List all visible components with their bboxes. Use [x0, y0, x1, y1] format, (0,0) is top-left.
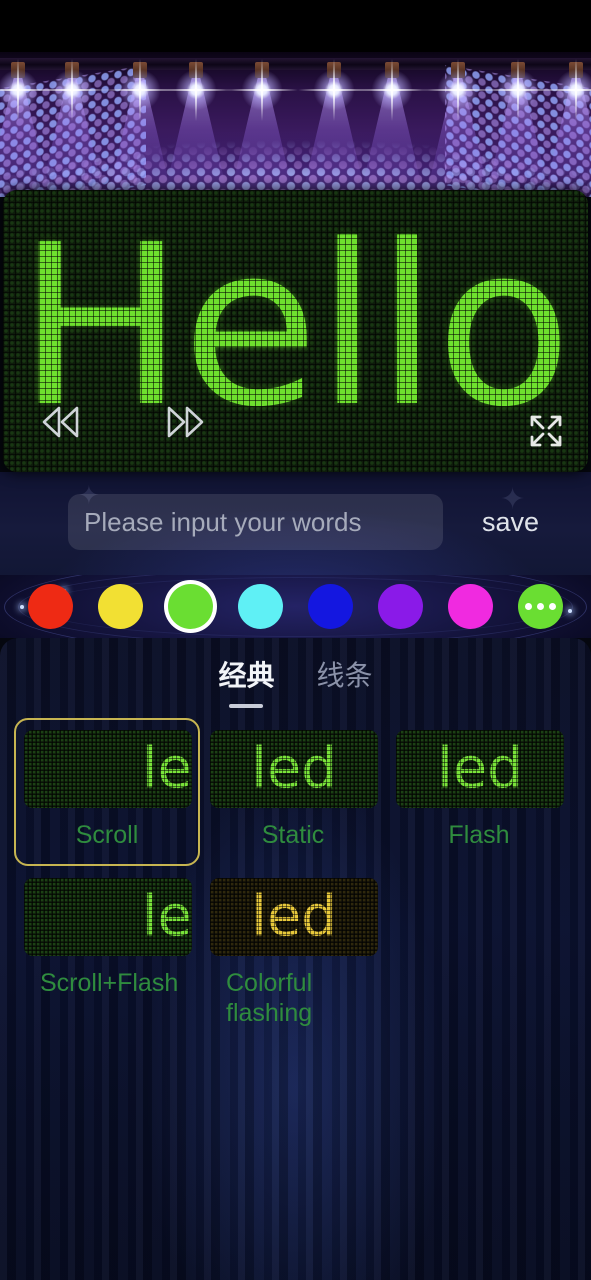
save-button[interactable]: save — [482, 494, 539, 550]
effect-preview-screen: led — [210, 878, 378, 956]
color-swatch-blue[interactable] — [308, 584, 353, 629]
stage-backdrop-image — [0, 52, 591, 197]
effect-card-scroll[interactable]: led Scroll — [14, 718, 200, 866]
effects-tab-bar: 经典 线条 — [0, 654, 591, 708]
led-display-screen[interactable]: Hello — [3, 190, 588, 472]
effect-card-flash[interactable]: led Flash — [386, 718, 572, 866]
color-swatch-cyan[interactable] — [238, 584, 283, 629]
preview-pixel-grid — [210, 878, 378, 956]
expand-fullscreen-icon[interactable] — [524, 409, 568, 458]
input-row: ✦ ✦ save — [0, 472, 591, 575]
effect-card-static[interactable]: led Static — [200, 718, 386, 866]
effect-card-label: Static — [261, 821, 325, 849]
preview-pixel-grid — [210, 730, 378, 808]
color-picker-strip — [0, 575, 591, 638]
preview-pixel-grid — [24, 730, 192, 808]
color-swatch-red[interactable] — [28, 584, 73, 629]
preview-pixel-grid — [24, 878, 192, 956]
fast-forward-icon[interactable] — [163, 405, 207, 444]
tab-0-active[interactable]: 经典 — [218, 654, 274, 708]
effect-card-label: Flash — [448, 821, 510, 849]
effect-card-label: Colorful flashing — [226, 969, 313, 1027]
lighting-truss — [0, 58, 591, 70]
preview-pixel-grid — [396, 730, 564, 808]
led-display-text: Hello — [17, 198, 572, 456]
color-swatch-magenta[interactable] — [448, 584, 493, 629]
effect-preview-screen: led — [396, 730, 564, 808]
effect-card-scroll-flash[interactable]: led Scroll+Flash — [14, 866, 200, 1044]
color-swatch-yellow[interactable] — [98, 584, 143, 629]
color-swatch-green[interactable] — [168, 584, 213, 629]
led-banner-app: Hello ✦ ✦ save — [0, 0, 591, 1280]
effects-card-grid: led Scroll led Static led Flash led Scroll+Flas… — [14, 718, 577, 1044]
rewind-icon[interactable] — [39, 405, 83, 444]
effect-preview-screen: led — [24, 730, 192, 808]
color-swatch-list — [0, 575, 591, 638]
more-colors-button[interactable] — [518, 584, 563, 629]
effects-panel: 经典线条 led Scroll led Static led Flash led Scroll… — [0, 638, 591, 1280]
text-input[interactable] — [68, 494, 443, 550]
effect-preview-screen: led — [24, 878, 192, 956]
color-swatch-purple[interactable] — [378, 584, 423, 629]
effect-card-label: Scroll — [75, 821, 139, 849]
effect-card-colorful-flashing[interactable]: led Colorful flashing — [200, 866, 386, 1044]
effect-card-label: Scroll+Flash — [40, 969, 179, 997]
effect-preview-screen: led — [210, 730, 378, 808]
tab-1[interactable]: 线条 — [317, 654, 373, 708]
status-bar — [0, 0, 591, 52]
